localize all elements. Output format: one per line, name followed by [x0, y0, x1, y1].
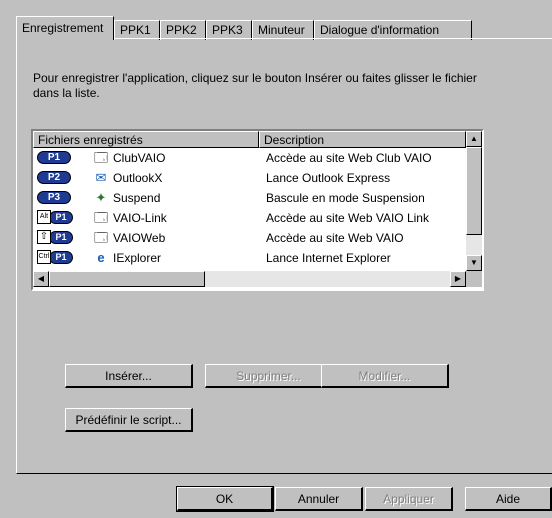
list-item[interactable]: Ctrl P1 e IExplorer Lance Internet Explor…: [33, 248, 467, 268]
alt-p1-key-icon: Alt P1: [37, 210, 73, 226]
ctrl-p1-key-icon: Ctrl P1: [37, 250, 73, 266]
instruction-text: Pour enregistrer l'application, cliquez …: [33, 71, 477, 100]
insert-button[interactable]: Insérer...: [65, 364, 193, 388]
suspend-icon: ✦: [95, 190, 107, 205]
list-item[interactable]: P3 ✦ Suspend Bascule en mode Suspension: [33, 188, 467, 208]
file-description: Accède au site Web Club VAIO: [266, 151, 432, 165]
file-name: VAIOWeb: [113, 231, 166, 245]
application-icon: 🗔: [93, 150, 109, 165]
horizontal-scrollbar[interactable]: ◀ ▶: [33, 271, 466, 287]
horizontal-scroll-thumb[interactable]: [49, 271, 205, 287]
cancel-button[interactable]: Annuler: [275, 487, 363, 511]
scroll-corner: [466, 271, 482, 287]
list-item[interactable]: P2 ✉ OutlookX Lance Outlook Express: [33, 168, 467, 188]
scroll-right-icon[interactable]: ▶: [450, 271, 466, 287]
file-name: ClubVAIO: [113, 151, 166, 165]
list-item[interactable]: ⇧ P1 🗔 VAIOWeb Accède au site Web VAIO: [33, 228, 467, 248]
scroll-up-icon[interactable]: ▲: [466, 131, 482, 147]
application-icon: 🗔: [93, 230, 109, 245]
tab-enregistrement[interactable]: Enregistrement: [16, 16, 114, 40]
tab-ppk3[interactable]: PPK3: [206, 20, 252, 40]
file-description: Bascule en mode Suspension: [266, 191, 425, 205]
scroll-down-icon[interactable]: ▼: [466, 255, 482, 271]
file-name: Suspend: [113, 191, 161, 205]
tab-minuteur[interactable]: Minuteur: [252, 20, 314, 40]
file-description: Lance Internet Explorer: [266, 251, 391, 265]
list-item[interactable]: Alt P1 🗔 VAIO-Link Accède au site Web VAI…: [33, 208, 467, 228]
p3-key-icon: P3: [37, 190, 73, 206]
file-name: OutlookX: [113, 171, 163, 185]
tab-ppk1[interactable]: PPK1: [114, 20, 160, 40]
registered-files-list[interactable]: Fichiers enregistrés Description P1 🗔 Cl…: [31, 129, 484, 291]
outlook-express-icon: ✉: [95, 170, 107, 185]
p2-key-icon: P2: [37, 170, 73, 186]
tab-dialogue-information[interactable]: Dialogue d'information: [314, 20, 472, 40]
list-item[interactable]: P1 🗔 ClubVAIO Accède au site Web Club VA…: [33, 148, 467, 168]
modify-button[interactable]: Modifier...: [321, 364, 449, 388]
file-description: Lance Outlook Express: [266, 171, 391, 185]
vertical-scrollbar[interactable]: ▲ ▼: [466, 131, 482, 271]
p1-key-icon: P1: [37, 150, 73, 166]
predefine-script-button[interactable]: Prédéfinir le script...: [65, 408, 193, 432]
help-button[interactable]: Aide: [465, 487, 552, 511]
tab-ppk2[interactable]: PPK2: [160, 20, 206, 40]
shift-p1-key-icon: ⇧ P1: [37, 230, 73, 246]
file-name: VAIO-Link: [113, 211, 167, 225]
file-description: Accède au site Web VAIO Link: [266, 211, 429, 225]
internet-explorer-icon: e: [97, 250, 105, 265]
ok-button[interactable]: OK: [176, 486, 274, 512]
column-header-files[interactable]: Fichiers enregistrés: [33, 131, 259, 148]
scroll-left-icon[interactable]: ◀: [33, 271, 49, 287]
apply-button[interactable]: Appliquer: [365, 487, 453, 511]
column-header-description[interactable]: Description: [259, 131, 466, 148]
file-name: IExplorer: [113, 251, 162, 265]
file-description: Accède au site Web VAIO: [266, 231, 404, 245]
application-icon: 🗔: [93, 210, 109, 225]
delete-button[interactable]: Supprimer...: [205, 364, 333, 388]
vertical-scroll-thumb[interactable]: [466, 147, 482, 235]
